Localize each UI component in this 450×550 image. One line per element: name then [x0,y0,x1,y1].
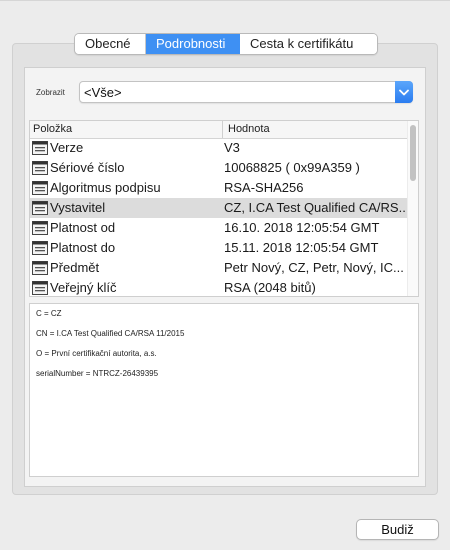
show-select-value: <Vše> [84,85,122,100]
table-row[interactable]: Verze V3 [30,138,410,158]
certificate-field-icon [32,201,48,218]
table-scrollbar[interactable] [407,121,418,296]
scrollbar-thumb[interactable] [410,125,416,181]
detail-line: C = CZ [36,309,62,318]
table-row[interactable]: Platnost od 16.10. 2018 12:05:54 GMT [30,218,410,238]
table-cell-value: CZ, I.CA Test Qualified CA/RS... [224,200,410,215]
certificate-field-icon [32,281,48,296]
tab-bar: Obecné Podrobnosti Cesta k certifikátu [74,33,378,55]
window-top-border [0,0,450,1]
table-cell-value: 15.11. 2018 12:05:54 GMT [224,240,379,255]
fields-table[interactable]: Položka Hodnota Verze V3 Sériové číslo 1006… [29,120,419,297]
show-label: Zobrazit [36,88,65,97]
table-cell-value: 16.10. 2018 12:05:54 GMT [224,220,380,235]
detail-line: CN = I.CA Test Qualified CA/RSA 11/2015 [36,329,185,338]
table-cell-value: 10068825 ( 0x99A359 ) [224,160,360,175]
table-row[interactable]: Platnost do 15.11. 2018 12:05:54 GMT [30,238,410,258]
show-select[interactable]: <Vše> [79,81,413,103]
certificate-field-icon [32,141,48,158]
certificate-field-icon [32,261,48,278]
table-cell-field: Sériové číslo [50,160,125,175]
ok-button[interactable]: Budiž [356,519,439,540]
certificate-field-icon [32,221,48,238]
table-cell-value: Petr Nový, CZ, Petr, Nový, IC... [224,260,404,275]
table-cell-field: Předmět [50,260,100,275]
table-row[interactable]: Vystavitel CZ, I.CA Test Qualified CA/RS.… [30,198,410,218]
table-cell-field: Verze [50,140,84,155]
tab-certification-path[interactable]: Cesta k certifikátu [240,34,377,54]
table-row[interactable]: Algoritmus podpisu RSA-SHA256 [30,178,410,198]
certificate-field-icon [32,181,48,198]
detail-line: serialNumber = NTRCZ-26439395 [36,369,159,378]
detail-line: O = První certifikační autorita, a.s. [36,349,157,358]
tab-general[interactable]: Obecné [75,34,146,54]
table-row[interactable]: Sériové číslo 10068825 ( 0x99A359 ) [30,158,410,178]
table-cell-value: V3 [224,140,240,155]
table-cell-field: Platnost do [50,240,116,255]
table-cell-field: Vystavitel [50,200,106,215]
column-header-value[interactable]: Hodnota [222,121,270,138]
chevron-down-icon[interactable] [395,81,413,103]
tab-details[interactable]: Podrobnosti [146,34,240,54]
table-header: Položka Hodnota [30,121,410,139]
table-row[interactable]: Předmět Petr Nový, CZ, Petr, Nový, IC... [30,258,410,278]
field-detail-box[interactable]: C = CZ CN = I.CA Test Qualified CA/RSA 1… [29,303,419,477]
table-cell-field: Algoritmus podpisu [50,180,161,195]
table-row[interactable]: Veřejný klíč RSA (2048 bitů) [30,278,410,296]
table-cell-field: Platnost od [50,220,116,235]
certificate-field-icon [32,161,48,178]
table-cell-field: Veřejný klíč [50,280,117,295]
table-cell-value: RSA (2048 bitů) [224,280,316,295]
certificate-field-icon [32,241,48,258]
column-header-field[interactable]: Položka [33,123,72,135]
table-cell-value: RSA-SHA256 [224,180,304,195]
